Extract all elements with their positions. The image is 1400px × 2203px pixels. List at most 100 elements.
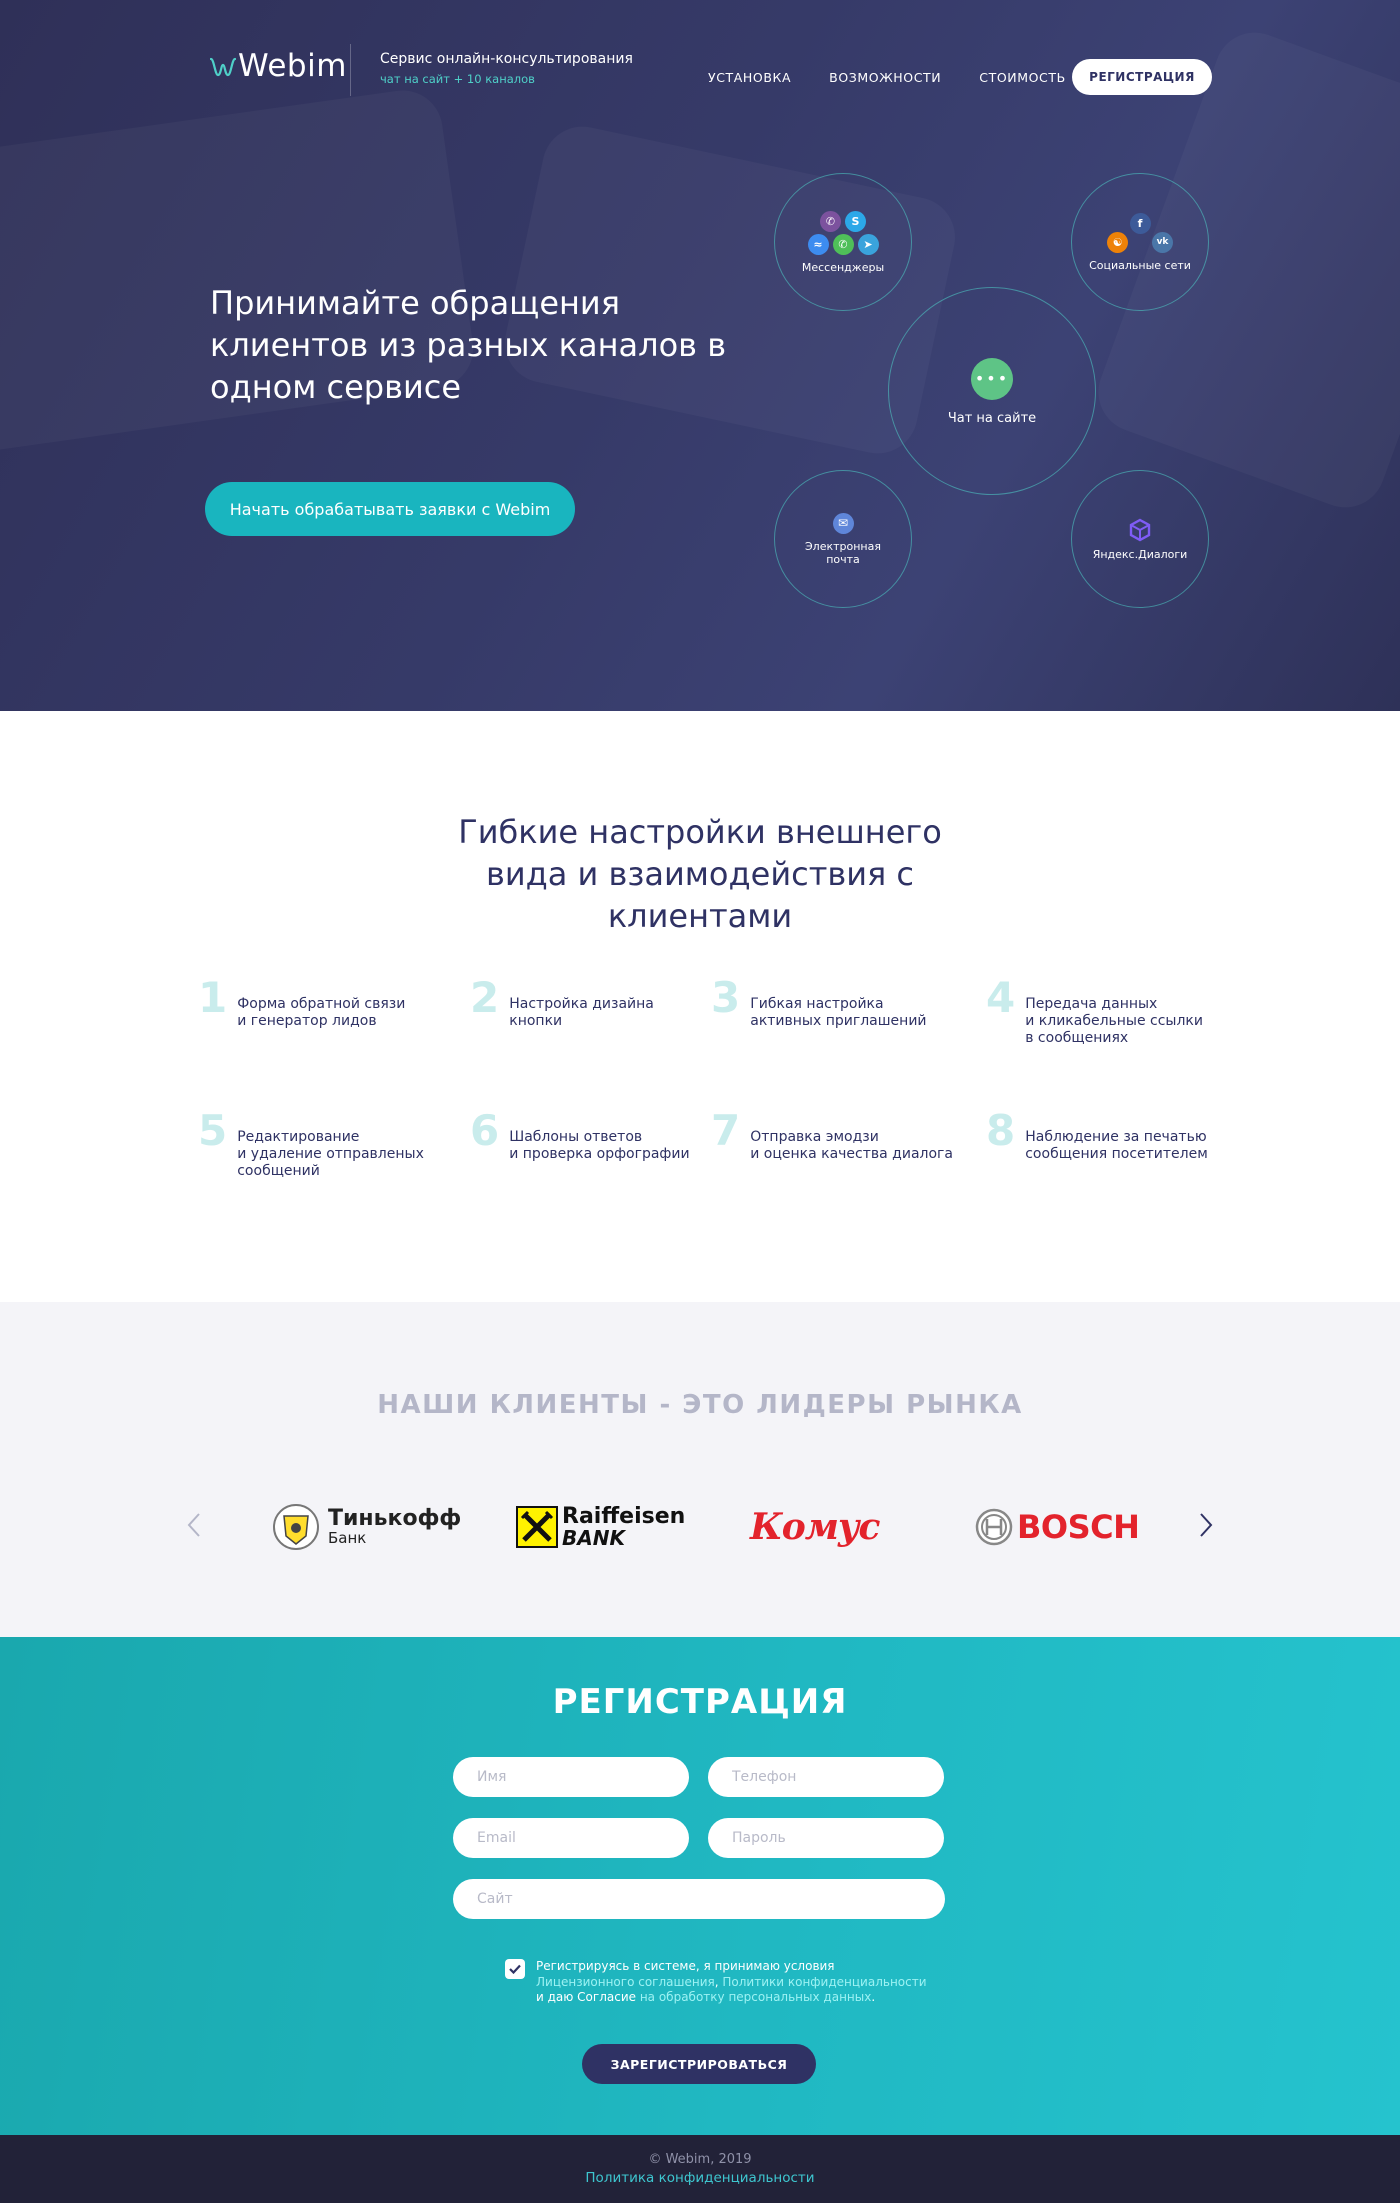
- client-logo-tinkoff: Тинькофф Банк: [268, 1502, 461, 1552]
- chat-bubble-icon: •••: [971, 357, 1013, 400]
- facebook-icon: f: [1129, 212, 1151, 234]
- agreement-text: Регистрируясь в системе, я принимаю усло…: [536, 1959, 927, 2006]
- channel-site-chat-label: Чат на сайте: [947, 410, 1037, 426]
- privacy-link[interactable]: Политики конфиденциальности: [722, 1975, 926, 1989]
- feature-text: Наблюдение за печатью сообщения посетите…: [1025, 1129, 1208, 1162]
- messenger-icon: ≈: [807, 233, 829, 255]
- nav-features[interactable]: ВОЗМОЖНОСТИ: [829, 70, 941, 85]
- agreement-line-1: Регистрируясь в системе, я принимаю усло…: [536, 1959, 835, 1973]
- chevron-right-icon: [1200, 1513, 1213, 1537]
- header-register-button[interactable]: РЕГИСТРАЦИЯ: [1072, 59, 1212, 95]
- feature-number: 1: [198, 973, 228, 1022]
- logo[interactable]: Webim: [210, 48, 347, 84]
- feature-item: 7 Отправка эмодзи и оценка качества диал…: [711, 1109, 953, 1163]
- channel-email-label: Электронная почта: [805, 539, 881, 566]
- clients-section: НАШИ КЛИЕНТЫ - ЭТО ЛИДЕРЫ РЫНКА Тинькофф…: [0, 1302, 1400, 1637]
- raiffeisen-emblem-icon: [516, 1506, 558, 1548]
- channel-social: f ☯ vk Социальные сети: [1071, 173, 1209, 311]
- tinkoff-crest-icon: [273, 1504, 319, 1550]
- feature-item: 5 Редактирование и удаление отправленых …: [198, 1109, 424, 1180]
- hero-title: Принимайте обращения клиентов из разных …: [210, 284, 727, 406]
- feature-number: 7: [711, 1106, 741, 1155]
- feature-text: Форма обратной связи и генератор лидов: [237, 996, 406, 1029]
- client-logo-raiffeisen: Raiffeisen BANK: [516, 1502, 685, 1552]
- channel-yandex: Яндекс.Диалоги: [1071, 470, 1209, 608]
- channel-social-label: Социальные сети: [1089, 258, 1191, 272]
- email-field[interactable]: [453, 1818, 689, 1858]
- client-logo-komus: Комус: [750, 1502, 880, 1552]
- site-header: Webim Сервис онлайн-консультирования чат…: [210, 44, 1212, 100]
- tagline: Сервис онлайн-консультирования чат на са…: [380, 51, 633, 86]
- feature-text: Редактирование и удаление отправленых со…: [237, 1129, 424, 1179]
- client-logo-bosch: BOSCH: [975, 1502, 1140, 1552]
- site-field[interactable]: [453, 1879, 945, 1919]
- channel-messengers: ✆ S ≈ ✆ ➤ Мессенджеры: [774, 173, 912, 311]
- mail-icon: ✉: [832, 512, 854, 534]
- channel-site-chat: ••• Чат на сайте: [888, 287, 1096, 495]
- raiffeisen-name: Raiffeisen: [562, 1503, 686, 1529]
- license-link[interactable]: Лицензионного соглашения: [536, 1975, 715, 1989]
- webim-wave-icon: [210, 57, 236, 77]
- main-nav: УСТАНОВКА ВОЗМОЖНОСТИ СТОИМОСТЬ: [708, 70, 1066, 85]
- odnoklassniki-icon: ☯: [1107, 231, 1128, 253]
- feature-number: 3: [711, 973, 741, 1022]
- registration-title: РЕГИСТРАЦИЯ: [552, 1682, 848, 1722]
- feature-text: Настройка дизайна кнопки: [509, 996, 654, 1029]
- feature-text: Гибкая настройка активных приглашений: [750, 996, 927, 1029]
- bosch-armature-icon: [975, 1508, 1013, 1546]
- feature-number: 4: [986, 973, 1016, 1022]
- channel-messengers-label: Мессенджеры: [801, 260, 885, 274]
- phone-field[interactable]: [708, 1757, 944, 1797]
- password-field[interactable]: [708, 1818, 944, 1858]
- carousel-prev-button[interactable]: [183, 1512, 205, 1538]
- feature-number: 8: [986, 1106, 1016, 1155]
- feature-number: 6: [470, 1106, 500, 1155]
- clients-title: НАШИ КЛИЕНТЫ - ЭТО ЛИДЕРЫ РЫНКА: [377, 1390, 1023, 1420]
- register-submit-button[interactable]: ЗАРЕГИСТРИРОВАТЬСЯ: [582, 2044, 816, 2084]
- registration-section: РЕГИСТРАЦИЯ Регистрируясь в системе, я п…: [0, 1637, 1400, 2135]
- tinkoff-name: Тинькофф: [328, 1505, 462, 1531]
- vk-icon: vk: [1152, 231, 1173, 253]
- komus-name: Комус: [750, 1506, 880, 1548]
- chevron-left-icon: [187, 1513, 200, 1537]
- feature-text: Шаблоны ответов и проверка орфографии: [509, 1129, 690, 1162]
- feature-item: 1 Форма обратной связи и генератор лидов: [198, 976, 405, 1030]
- feature-text: Передача данных и кликабельные ссылки в …: [1025, 996, 1203, 1046]
- hero-section: Webim Сервис онлайн-консультирования чат…: [0, 0, 1400, 711]
- whatsapp-icon: ✆: [832, 233, 854, 255]
- hero-cta-button[interactable]: Начать обрабатывать заявки с Webim: [205, 482, 575, 536]
- agreement-end: .: [871, 1990, 876, 2004]
- name-field[interactable]: [453, 1757, 689, 1797]
- tinkoff-sub: Банк: [328, 1528, 367, 1547]
- telegram-icon: ➤: [857, 233, 879, 255]
- personal-data-link[interactable]: на обработку персональных данных: [640, 1990, 872, 2004]
- service-subtitle: чат на сайт + 10 каналов: [380, 72, 535, 86]
- nav-pricing[interactable]: СТОИМОСТЬ: [979, 70, 1066, 85]
- features-section: Гибкие настройки внешнего вида и взаимод…: [0, 711, 1400, 1302]
- agreement: Регистрируясь в системе, я принимаю усло…: [505, 1959, 927, 2006]
- feature-item: 4 Передача данных и кликабельные ссылки …: [986, 976, 1203, 1047]
- checkmark-icon: [509, 1964, 521, 1974]
- feature-number: 2: [470, 973, 500, 1022]
- footer-privacy-link[interactable]: Политика конфиденциальности: [585, 2170, 814, 2186]
- feature-item: 6 Шаблоны ответов и проверка орфографии: [470, 1109, 690, 1163]
- carousel-next-button[interactable]: [1195, 1512, 1217, 1538]
- feature-item: 2 Настройка дизайна кнопки: [470, 976, 654, 1030]
- bosch-name: BOSCH: [1017, 1508, 1140, 1546]
- site-footer: © Webim, 2019 Политика конфиденциальност…: [0, 2135, 1400, 2203]
- feature-item: 8 Наблюдение за печатью сообщения посети…: [986, 1109, 1208, 1163]
- logo-text: Webim: [238, 48, 347, 84]
- service-title: Сервис онлайн-консультирования: [380, 51, 633, 67]
- skype-icon: S: [845, 210, 866, 232]
- viber-icon: ✆: [820, 210, 841, 232]
- feature-item: 3 Гибкая настройка активных приглашений: [711, 976, 927, 1030]
- agree-checkbox[interactable]: [505, 1959, 525, 1979]
- features-title: Гибкие настройки внешнего вида и взаимод…: [458, 813, 942, 935]
- header-divider: [350, 44, 351, 96]
- raiffeisen-sub: BANK: [562, 1525, 625, 1550]
- nav-install[interactable]: УСТАНОВКА: [708, 70, 791, 85]
- channel-email: ✉ Электронная почта: [774, 470, 912, 608]
- copyright: © Webim, 2019: [648, 2152, 752, 2167]
- agreement-line-3: и даю Согласие: [536, 1990, 640, 2004]
- channel-yandex-label: Яндекс.Диалоги: [1092, 547, 1188, 561]
